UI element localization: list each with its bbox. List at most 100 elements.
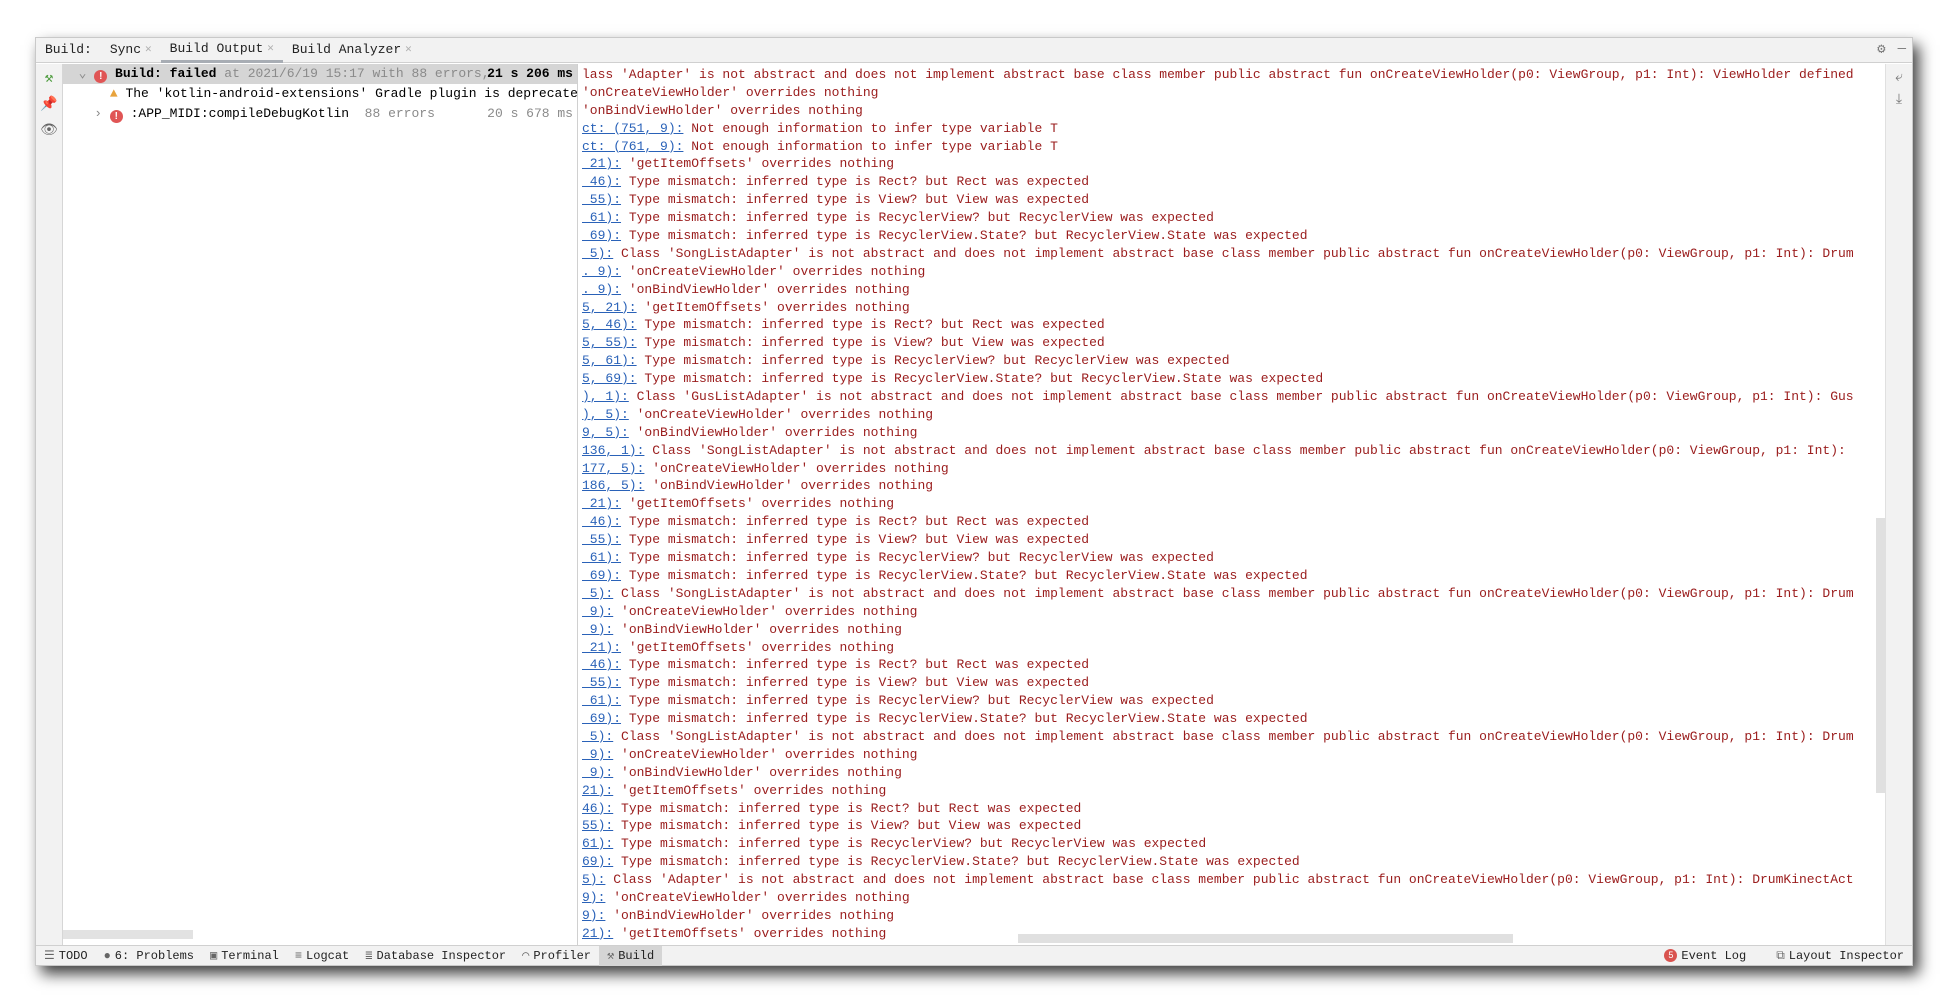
error-message: Type mismatch: inferred type is Rect? bu… <box>613 800 1082 816</box>
eye-icon[interactable]: 👁 <box>36 122 62 142</box>
toolbar-problems[interactable]: ● 6: Problems <box>96 946 202 966</box>
source-link[interactable]: 55): <box>582 532 621 547</box>
chevron-right-icon[interactable]: › <box>63 106 110 121</box>
pin-icon[interactable]: 📌 <box>36 96 62 116</box>
source-link[interactable]: 69): <box>582 228 621 243</box>
source-link[interactable]: 55): <box>582 818 613 833</box>
source-link[interactable]: 61): <box>582 550 621 565</box>
console-line: 69): Type mismatch: inferred type is Rec… <box>578 710 1885 728</box>
source-link[interactable]: 5, 69): <box>582 371 637 386</box>
tab-build-output[interactable]: Build Output ✕ <box>160 37 283 63</box>
error-message: Type mismatch: inferred type is Recycler… <box>621 711 1308 727</box>
console-line: 5, 46): Type mismatch: inferred type is … <box>578 316 1885 334</box>
console-line: ct: (751, 9): Not enough information to … <box>578 120 1885 138</box>
tab-sync[interactable]: Sync ✕ <box>101 38 161 63</box>
toolbar-logcat[interactable]: ≡ Logcat <box>287 946 357 966</box>
toolbar-event-log[interactable]: 5 Event Log <box>1656 946 1754 966</box>
source-link[interactable]: 69): <box>582 711 621 726</box>
soft-wrap-icon[interactable]: ⤶ <box>1886 70 1912 86</box>
horizontal-scrollbar[interactable] <box>1018 934 1513 943</box>
source-link[interactable]: 5): <box>582 246 613 261</box>
source-link[interactable]: 46): <box>582 801 613 816</box>
console-line: 9): 'onCreateViewHolder' overrides nothi… <box>578 889 1885 907</box>
vertical-scrollbar[interactable] <box>1876 518 1885 793</box>
source-link[interactable]: ), 5): <box>582 407 629 422</box>
gear-icon[interactable]: ⚙ <box>1877 41 1885 58</box>
toolbar-todo[interactable]: ☰ TODO <box>36 946 96 966</box>
close-icon[interactable]: ✕ <box>405 38 412 62</box>
source-link[interactable]: 9): <box>582 604 613 619</box>
source-link[interactable]: 46): <box>582 514 621 529</box>
source-link[interactable]: 5): <box>582 872 605 887</box>
source-link[interactable]: 69): <box>582 568 621 583</box>
error-message: 'getItemOffsets' overrides nothing <box>621 639 895 655</box>
source-link[interactable]: 9): <box>582 890 605 905</box>
console-line: 61): Type mismatch: inferred type is Rec… <box>578 209 1885 227</box>
error-message: Type mismatch: inferred type is View? bu… <box>621 192 1090 208</box>
close-icon[interactable]: ✕ <box>267 37 274 61</box>
tree-item-warning[interactable]: ▲ The 'kotlin-android-extensions' Gradle… <box>63 84 577 104</box>
source-link[interactable]: 21): <box>582 640 621 655</box>
error-message: Class 'SongListAdapter' is not abstract … <box>613 585 1854 601</box>
toolbar-build[interactable]: ⚒ Build <box>598 945 663 966</box>
source-link[interactable]: 9): <box>582 622 613 637</box>
source-link[interactable]: ct: (761, 9): <box>582 139 683 154</box>
source-link[interactable]: 46): <box>582 174 621 189</box>
chevron-down-icon[interactable]: ⌄ <box>63 66 94 81</box>
toolbar-database-inspector[interactable]: ≣ Database Inspector <box>357 946 514 966</box>
close-icon[interactable]: ✕ <box>145 38 152 62</box>
toolbar-terminal[interactable]: ▣ Terminal <box>202 946 287 966</box>
source-link[interactable]: 61): <box>582 836 613 851</box>
source-link[interactable]: . 9): <box>582 282 621 297</box>
database-icon: ≣ <box>365 948 373 963</box>
console-line: 5, 61): Type mismatch: inferred type is … <box>578 352 1885 370</box>
error-message: 'onBindViewHolder' overrides nothing <box>644 478 934 494</box>
source-link[interactable]: 9): <box>582 765 613 780</box>
horizontal-scrollbar[interactable] <box>63 930 193 939</box>
toolbar-profiler[interactable]: ◠ Profiler <box>514 946 599 966</box>
source-link[interactable]: 9): <box>582 747 613 762</box>
hammer-icon[interactable]: ⚒ <box>36 70 62 90</box>
tab-build-analyzer[interactable]: Build Analyzer ✕ <box>283 38 421 63</box>
source-link[interactable]: . 9): <box>582 264 621 279</box>
source-link[interactable]: 5, 21): <box>582 300 637 315</box>
source-link[interactable]: 69): <box>582 854 613 869</box>
source-link[interactable]: 5, 61): <box>582 353 637 368</box>
source-link[interactable]: 5, 55): <box>582 335 637 350</box>
minimize-icon[interactable]: — <box>1898 41 1906 58</box>
console-line: ct: (761, 9): Not enough information to … <box>578 138 1885 156</box>
source-link[interactable]: 5): <box>582 729 613 744</box>
list-icon: ☰ <box>44 948 55 963</box>
source-link[interactable]: 21): <box>582 926 613 941</box>
source-link[interactable]: 21): <box>582 156 621 171</box>
source-link[interactable]: 9, 5): <box>582 425 629 440</box>
source-link[interactable]: 55): <box>582 192 621 207</box>
source-link[interactable]: 21): <box>582 783 613 798</box>
source-link[interactable]: 61): <box>582 693 621 708</box>
error-message: 'getItemOffsets' overrides nothing <box>636 299 910 315</box>
source-link[interactable]: 55): <box>582 675 621 690</box>
source-link[interactable]: ), 1): <box>582 389 629 404</box>
source-link[interactable]: 5, 46): <box>582 317 637 332</box>
tree-item-task[interactable]: › ! :APP_MIDI:compileDebugKotlin 88 erro… <box>63 104 577 124</box>
error-message: Type mismatch: inferred type is View? bu… <box>621 532 1090 548</box>
error-message: Class 'Adapter' is not abstract and does… <box>605 872 1854 888</box>
source-link[interactable]: 136, 1): <box>582 443 644 458</box>
source-link[interactable]: 5): <box>582 586 613 601</box>
source-link[interactable]: 61): <box>582 210 621 225</box>
source-link[interactable]: 186, 5): <box>582 478 644 493</box>
source-link[interactable]: 177, 5): <box>582 461 644 476</box>
error-message: Type mismatch: inferred type is View? bu… <box>613 818 1082 834</box>
tree-item-build-root[interactable]: ⌄ ! Build: failed at 2021/6/19 15:17 wit… <box>63 64 577 84</box>
toolbar-layout-inspector[interactable]: ⧉ Layout Inspector <box>1768 946 1912 966</box>
console-line: 21): 'getItemOffsets' overrides nothing <box>578 495 1885 513</box>
scroll-to-end-icon[interactable]: ⤓ <box>1886 92 1912 108</box>
right-toolbar: ⤶ ⤓ <box>1885 64 1912 945</box>
console-line: 9): 'onBindViewHolder' overrides nothing <box>578 764 1885 782</box>
source-link[interactable]: 9): <box>582 908 605 923</box>
error-message: 'getItemOffsets' overrides nothing <box>621 156 895 172</box>
source-link[interactable]: 46): <box>582 657 621 672</box>
source-link[interactable]: ct: (751, 9): <box>582 121 683 136</box>
source-link[interactable]: 21): <box>582 496 621 511</box>
console-line: 69): Type mismatch: inferred type is Rec… <box>578 567 1885 585</box>
